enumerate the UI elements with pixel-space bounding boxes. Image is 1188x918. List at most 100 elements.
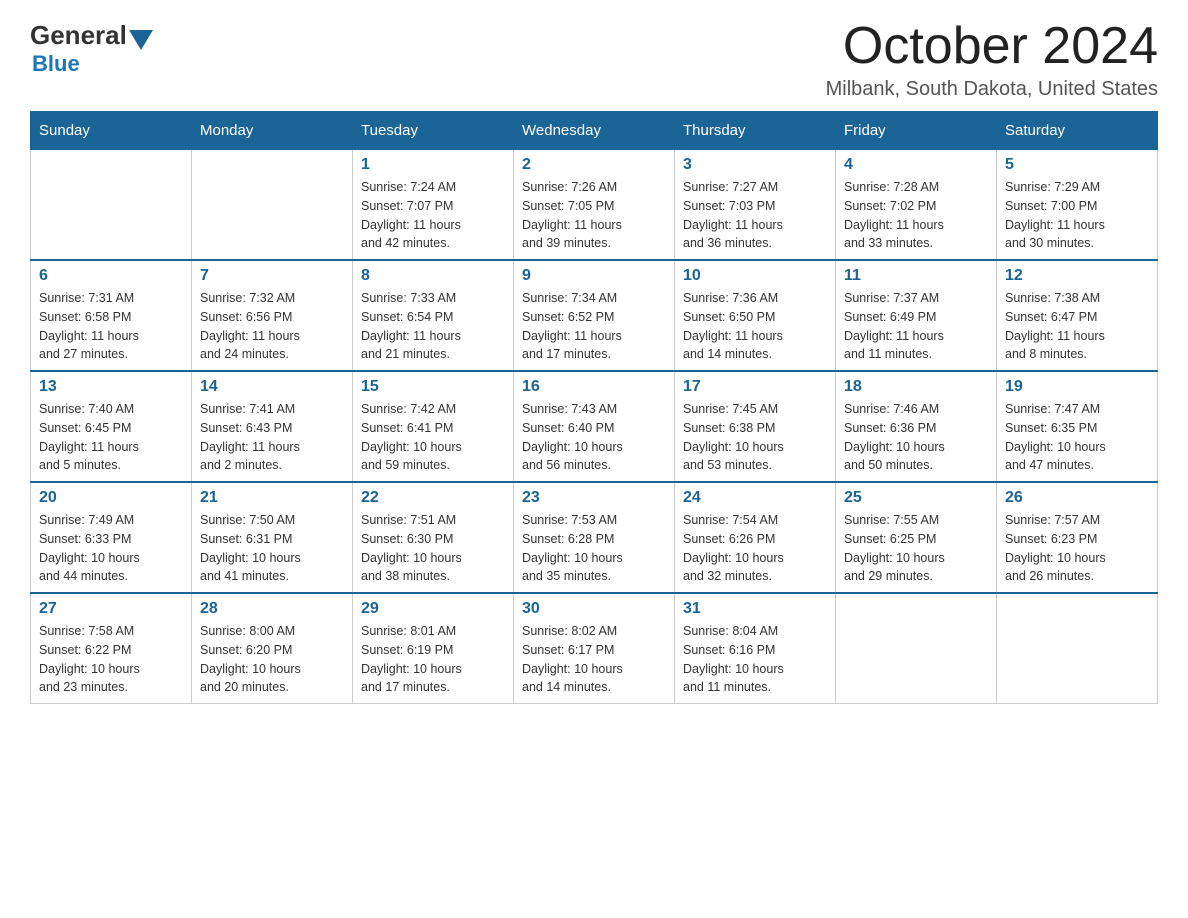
table-row: 1 Sunrise: 7:24 AMSunset: 7:07 PMDaylight… [353,150,514,261]
table-row: 7 Sunrise: 7:32 AMSunset: 6:56 PMDaylight… [192,260,353,371]
table-row: 6 Sunrise: 7:31 AMSunset: 6:58 PMDaylight… [31,260,192,371]
day-info: Sunrise: 7:40 AMSunset: 6:45 PMDaylight:… [39,400,183,475]
day-number: 31 [683,600,827,618]
header-monday: Monday [192,112,353,150]
day-info: Sunrise: 7:28 AMSunset: 7:02 PMDaylight:… [844,178,988,253]
day-number: 17 [683,378,827,396]
day-info: Sunrise: 7:45 AMSunset: 6:38 PMDaylight:… [683,400,827,475]
day-number: 10 [683,267,827,285]
day-number: 1 [361,156,505,174]
table-row: 12 Sunrise: 7:38 AMSunset: 6:47 PMDayligh… [997,260,1158,371]
day-info: Sunrise: 7:46 AMSunset: 6:36 PMDaylight:… [844,400,988,475]
day-info: Sunrise: 7:51 AMSunset: 6:30 PMDaylight:… [361,511,505,586]
table-row: 26Sunrise: 7:57 AMSunset: 6:23 PMDayligh… [997,482,1158,593]
table-row: 17 Sunrise: 7:45 AMSunset: 6:38 PMDayligh… [675,371,836,482]
day-number: 16 [522,378,666,396]
day-info: Sunrise: 7:43 AMSunset: 6:40 PMDaylight:… [522,400,666,475]
logo-blue-text: Blue [32,51,80,76]
day-info: Sunrise: 7:55 AMSunset: 6:25 PMDaylight:… [844,511,988,586]
table-row: 20 Sunrise: 7:49 AMSunset: 6:33 PMDayligh… [31,482,192,593]
day-number: 20 [39,489,183,507]
header-thursday: Thursday [675,112,836,150]
day-number: 9 [522,267,666,285]
table-row: 28Sunrise: 8:00 AMSunset: 6:20 PMDayligh… [192,593,353,704]
table-row: 24Sunrise: 7:54 AMSunset: 6:26 PMDayligh… [675,482,836,593]
page-header: General Blue October 2024 Milbank, South… [30,20,1158,101]
title-section: October 2024 Milbank, South Dakota, Unit… [826,20,1158,101]
header-friday: Friday [836,112,997,150]
location-subtitle: Milbank, South Dakota, United States [826,78,1158,101]
table-row: 10 Sunrise: 7:36 AMSunset: 6:50 PMDayligh… [675,260,836,371]
table-row: 23 Sunrise: 7:53 AMSunset: 6:28 PMDayligh… [514,482,675,593]
table-row: 4 Sunrise: 7:28 AMSunset: 7:02 PMDaylight… [836,150,997,261]
table-row: 31Sunrise: 8:04 AMSunset: 6:16 PMDayligh… [675,593,836,704]
calendar-week-row: 13Sunrise: 7:40 AMSunset: 6:45 PMDayligh… [31,371,1158,482]
table-row: 18 Sunrise: 7:46 AMSunset: 6:36 PMDayligh… [836,371,997,482]
header-tuesday: Tuesday [353,112,514,150]
day-info: Sunrise: 7:32 AMSunset: 6:56 PMDaylight:… [200,289,344,364]
calendar-week-row: 1 Sunrise: 7:24 AMSunset: 7:07 PMDaylight… [31,150,1158,261]
day-number: 5 [1005,156,1149,174]
day-info: Sunrise: 8:02 AMSunset: 6:17 PMDaylight:… [522,622,666,697]
day-number: 19 [1005,378,1149,396]
day-number: 12 [1005,267,1149,285]
day-number: 21 [200,489,344,507]
day-info: Sunrise: 7:49 AMSunset: 6:33 PMDaylight:… [39,511,183,586]
table-row: 29 Sunrise: 8:01 AMSunset: 6:19 PMDayligh… [353,593,514,704]
month-year-title: October 2024 [826,20,1158,72]
logo-triangle-icon [129,30,153,50]
day-number: 15 [361,378,505,396]
day-number: 7 [200,267,344,285]
day-number: 25 [844,489,988,507]
logo: General Blue [30,20,155,77]
day-info: Sunrise: 7:33 AMSunset: 6:54 PMDaylight:… [361,289,505,364]
day-info: Sunrise: 7:27 AMSunset: 7:03 PMDaylight:… [683,178,827,253]
day-number: 24 [683,489,827,507]
table-row [997,593,1158,704]
table-row: 25 Sunrise: 7:55 AMSunset: 6:25 PMDayligh… [836,482,997,593]
day-info: Sunrise: 7:42 AMSunset: 6:41 PMDaylight:… [361,400,505,475]
day-number: 30 [522,600,666,618]
day-info: Sunrise: 7:36 AMSunset: 6:50 PMDaylight:… [683,289,827,364]
day-number: 8 [361,267,505,285]
calendar-week-row: 20 Sunrise: 7:49 AMSunset: 6:33 PMDayligh… [31,482,1158,593]
day-info: Sunrise: 8:01 AMSunset: 6:19 PMDaylight:… [361,622,505,697]
day-number: 6 [39,267,183,285]
header-sunday: Sunday [31,112,192,150]
day-info: Sunrise: 7:58 AMSunset: 6:22 PMDaylight:… [39,622,183,697]
day-number: 14 [200,378,344,396]
day-number: 29 [361,600,505,618]
table-row: 22 Sunrise: 7:51 AMSunset: 6:30 PMDayligh… [353,482,514,593]
table-row [836,593,997,704]
table-row: 19Sunrise: 7:47 AMSunset: 6:35 PMDayligh… [997,371,1158,482]
day-number: 11 [844,267,988,285]
header-wednesday: Wednesday [514,112,675,150]
table-row: 15 Sunrise: 7:42 AMSunset: 6:41 PMDayligh… [353,371,514,482]
day-number: 18 [844,378,988,396]
day-number: 22 [361,489,505,507]
table-row: 11Sunrise: 7:37 AMSunset: 6:49 PMDayligh… [836,260,997,371]
table-row: 8 Sunrise: 7:33 AMSunset: 6:54 PMDaylight… [353,260,514,371]
day-number: 27 [39,600,183,618]
day-info: Sunrise: 7:50 AMSunset: 6:31 PMDaylight:… [200,511,344,586]
day-info: Sunrise: 7:31 AMSunset: 6:58 PMDaylight:… [39,289,183,364]
day-number: 2 [522,156,666,174]
table-row [31,150,192,261]
table-row: 13Sunrise: 7:40 AMSunset: 6:45 PMDayligh… [31,371,192,482]
day-number: 4 [844,156,988,174]
logo-general-text: General [30,20,127,51]
day-info: Sunrise: 7:38 AMSunset: 6:47 PMDaylight:… [1005,289,1149,364]
calendar-week-row: 6 Sunrise: 7:31 AMSunset: 6:58 PMDaylight… [31,260,1158,371]
table-row: 5 Sunrise: 7:29 AMSunset: 7:00 PMDaylight… [997,150,1158,261]
day-info: Sunrise: 7:34 AMSunset: 6:52 PMDaylight:… [522,289,666,364]
day-number: 26 [1005,489,1149,507]
day-info: Sunrise: 7:41 AMSunset: 6:43 PMDaylight:… [200,400,344,475]
table-row: 27 Sunrise: 7:58 AMSunset: 6:22 PMDayligh… [31,593,192,704]
day-info: Sunrise: 7:53 AMSunset: 6:28 PMDaylight:… [522,511,666,586]
table-row: 9 Sunrise: 7:34 AMSunset: 6:52 PMDaylight… [514,260,675,371]
day-info: Sunrise: 7:24 AMSunset: 7:07 PMDaylight:… [361,178,505,253]
day-info: Sunrise: 7:29 AMSunset: 7:00 PMDaylight:… [1005,178,1149,253]
day-number: 23 [522,489,666,507]
table-row: 14 Sunrise: 7:41 AMSunset: 6:43 PMDayligh… [192,371,353,482]
calendar-header-row: Sunday Monday Tuesday Wednesday Thursday… [31,112,1158,150]
